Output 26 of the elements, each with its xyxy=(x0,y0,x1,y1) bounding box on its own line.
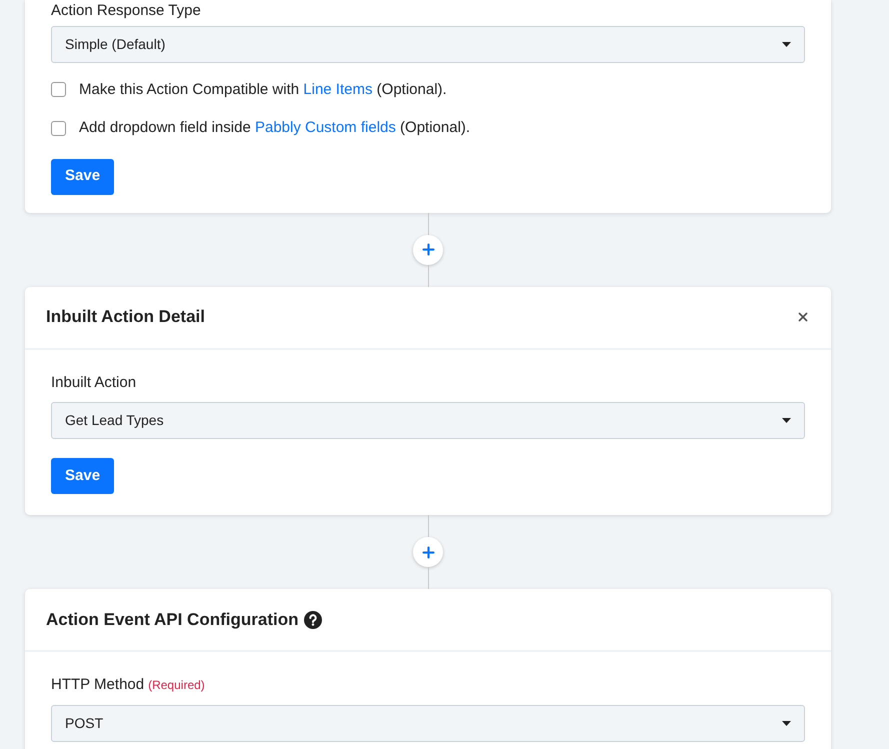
plus-icon xyxy=(420,241,436,258)
help-link[interactable]: Line Items xyxy=(303,80,372,98)
help-link[interactable]: Pabbly Custom fields xyxy=(254,119,396,136)
field-label: HTTP Method xyxy=(51,675,144,695)
caret-icon xyxy=(782,418,791,423)
checkbox[interactable] xyxy=(51,82,66,98)
caret-icon xyxy=(782,42,791,46)
checkbox[interactable] xyxy=(51,120,66,136)
checkbox-label: Make this Action Compatible with Line Items (Optional). xyxy=(79,80,447,100)
field-label: Action Response Type xyxy=(51,1,201,21)
caret-icon xyxy=(782,720,791,726)
close-icon[interactable] xyxy=(796,310,810,324)
checkbox-label: Add dropdown field inside Pabbly Custom fields (Optional). xyxy=(79,118,470,138)
card-title: Inbuilt Action Detail xyxy=(46,306,205,328)
dropdown-select[interactable]: POST xyxy=(51,704,805,742)
dropdown-select[interactable]: Simple (Default) xyxy=(51,26,805,62)
field-label: Inbuilt Action xyxy=(51,372,136,392)
card-title: Action Event API Configuration xyxy=(46,608,298,631)
plus-icon xyxy=(420,544,436,560)
dropdown-select[interactable]: Get Lead Types xyxy=(51,402,805,439)
required-note: (Required) xyxy=(148,677,205,694)
add-step-button[interactable] xyxy=(413,537,443,567)
save-button[interactable]: Save xyxy=(51,158,114,194)
help-icon[interactable] xyxy=(304,610,322,628)
save-button[interactable]: Save xyxy=(51,458,114,494)
add-step-button[interactable] xyxy=(413,234,443,264)
